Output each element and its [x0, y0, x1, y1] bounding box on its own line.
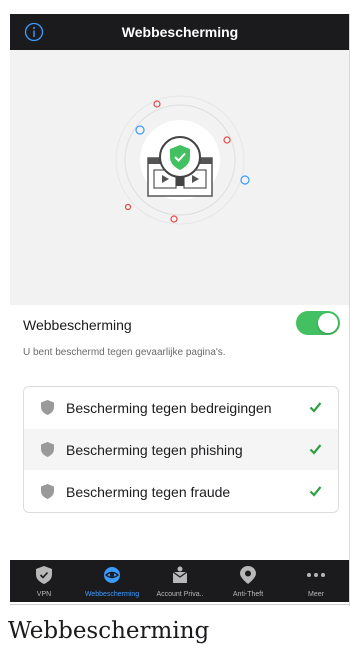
page-title: Webbescherming — [121, 24, 239, 40]
bottom-tab-bar: VPN Webbescherming Account Priva.. Anti-… — [10, 560, 350, 602]
tab-label: Meer — [308, 591, 324, 598]
divider — [10, 604, 350, 605]
tab-more[interactable]: Meer — [282, 560, 350, 602]
tab-anti-theft[interactable]: Anti-Theft — [214, 560, 282, 602]
tab-label: Webbescherming — [84, 591, 140, 598]
check-icon — [309, 402, 322, 413]
switch-knob — [318, 313, 338, 333]
toggle-label: Webbescherming — [23, 317, 132, 333]
shield-icon — [41, 442, 54, 457]
list-item-fraud[interactable]: Bescherming tegen fraude — [24, 471, 338, 512]
tab-vpn[interactable]: VPN — [10, 560, 78, 602]
list-item-threats[interactable]: Bescherming tegen bedreigingen — [24, 387, 338, 428]
app-screen: Webbescherming Webbescherming U bent bes… — [10, 14, 350, 606]
list-item-label: Bescherming tegen fraude — [66, 484, 231, 500]
list-item-phishing[interactable]: Bescherming tegen phishing — [24, 429, 338, 470]
screen-caption: Webbescherming — [8, 618, 210, 644]
tab-web-protection[interactable]: Webbescherming — [78, 560, 146, 602]
location-pin-icon — [240, 566, 256, 584]
shield-icon — [41, 484, 54, 499]
shield-icon — [41, 400, 54, 415]
hero-banner — [10, 50, 350, 305]
tab-label: Anti-Theft — [232, 591, 264, 598]
protection-status-text: U bent beschermd tegen gevaarlijke pagin… — [23, 347, 226, 358]
tab-account-privacy[interactable]: Account Priva.. — [146, 560, 214, 602]
list-item-label: Bescherming tegen phishing — [66, 442, 243, 458]
header-bar: Webbescherming — [10, 14, 350, 50]
protections-list: Bescherming tegen bedreigingen Beschermi… — [23, 386, 339, 513]
tab-label: VPN — [36, 591, 52, 598]
vpn-shield-icon — [36, 566, 52, 584]
check-icon — [309, 444, 322, 455]
check-icon — [309, 486, 322, 497]
more-icon — [307, 573, 325, 577]
web-shield-illustration — [115, 95, 250, 225]
web-protection-toggle-row: Webbescherming — [10, 305, 350, 345]
tab-label: Account Priva.. — [156, 591, 204, 598]
account-privacy-icon — [172, 566, 188, 583]
web-protection-switch[interactable] — [296, 311, 340, 335]
web-protection-icon — [104, 567, 120, 583]
list-item-label: Bescherming tegen bedreigingen — [66, 400, 272, 416]
